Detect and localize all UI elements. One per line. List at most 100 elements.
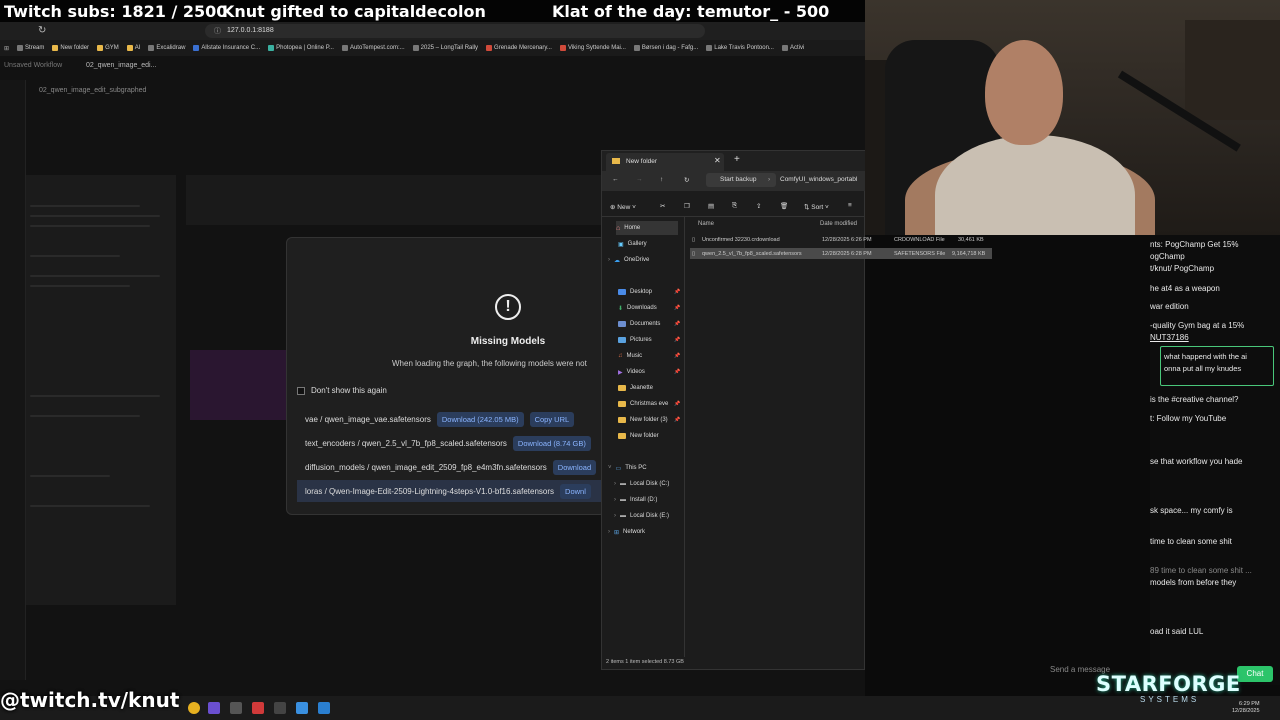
bookmark[interactable]: 2025 – LongTail Rally: [412, 45, 478, 51]
file-name: Unconfirmed 32230.crdownload: [702, 236, 780, 243]
bookmark[interactable]: AutoTempest.com:...: [341, 45, 405, 51]
bookmark[interactable]: Grenade Mercenary...: [486, 45, 552, 51]
starforge-logo: STARFORGE: [1096, 672, 1241, 696]
file-row[interactable]: ▯ Unconfirmed 32230.crdownload 12/28/202…: [690, 234, 992, 245]
nav-item-jeanette[interactable]: Jeanette: [618, 381, 653, 395]
system-clock: 6:29 PM 12/28/2025: [1232, 701, 1260, 714]
chat-message: time to clean some shit: [1150, 537, 1232, 546]
bookmark[interactable]: GYM: [97, 45, 119, 51]
up-icon[interactable]: ↑: [660, 176, 663, 183]
nav-item-christmas-eve[interactable]: Christmas eve 📌: [618, 397, 680, 411]
url-field[interactable]: 127.0.0.1:8188: [227, 27, 274, 34]
bookmark[interactable]: AI: [126, 45, 140, 51]
download-button[interactable]: Download: [552, 459, 597, 475]
app-icon[interactable]: [230, 702, 242, 714]
chat-message: war edition: [1150, 302, 1189, 311]
terminal-icon[interactable]: [274, 702, 286, 714]
bookmark[interactable]: Børsen i dag - Fafg...: [633, 45, 698, 51]
checkbox-box[interactable]: [297, 386, 305, 395]
cut-icon[interactable]: ✂: [660, 202, 665, 210]
nav-item-local-disk-c[interactable]: › ▬ Local Disk (C:): [614, 477, 669, 491]
chevron-right-icon: ›: [614, 513, 616, 519]
nav-item-this-pc[interactable]: ˅ ▭ This PC: [608, 461, 647, 475]
file-size: 30,461 KB: [958, 236, 984, 243]
file-size: 9,164,718 KB: [952, 250, 986, 257]
stream-overlay-banner: Twitch subs: 1821 / 2500 Knut gifted to …: [0, 0, 865, 22]
path-segment-start-backup[interactable]: Start backup: [720, 176, 757, 183]
close-tab-icon[interactable]: ✕: [714, 156, 721, 165]
nav-item-new-folder-3[interactable]: New folder (3) 📌: [618, 413, 680, 427]
chevron-right-icon: ›: [608, 257, 610, 263]
missing-models-dialog: ! Missing Models When loading the graph,…: [286, 237, 606, 515]
paste-icon[interactable]: ▤: [708, 202, 714, 210]
explorer-tab[interactable]: New folder ✕: [606, 153, 724, 171]
nav-item-home[interactable]: ⌂ Home: [616, 221, 678, 235]
webcam-feed: [865, 0, 1280, 235]
folder-icon: [618, 417, 626, 423]
bookmark[interactable]: Photopea | Online P...: [268, 45, 334, 51]
nav-item-network[interactable]: › ⊞ Network: [608, 525, 645, 539]
share-icon[interactable]: ⇪: [756, 202, 761, 210]
back-icon[interactable]: ←: [612, 176, 619, 183]
bookmark[interactable]: Stream: [17, 45, 44, 51]
nav-item-documents[interactable]: Documents 📌: [618, 317, 680, 331]
delete-icon[interactable]: 🗑: [780, 202, 788, 210]
missing-model-row: diffusion_models / qwen_image_edit_2509_…: [297, 456, 605, 478]
graph-node-load-image[interactable]: [186, 175, 606, 225]
bookmark[interactable]: Allstate Insurance C...: [193, 45, 260, 51]
nav-item-videos[interactable]: ▶ Videos 📌: [618, 365, 680, 379]
bookmark[interactable]: Viking Syttende Mai...: [559, 45, 626, 51]
nav-item-desktop[interactable]: Desktop 📌: [618, 285, 680, 299]
bookmark[interactable]: Excalidraw: [148, 45, 185, 51]
nav-item-downloads[interactable]: ⬇ Downloads 📌: [618, 301, 680, 315]
tab-active-workflow[interactable]: 02_qwen_image_edi...: [86, 62, 156, 69]
forward-icon[interactable]: →: [636, 176, 643, 183]
app-icon[interactable]: [296, 702, 308, 714]
chat-message: nts: PogChamp Get 15%: [1150, 240, 1239, 249]
nav-item-install-d[interactable]: › ▬ Install (D:): [614, 493, 657, 507]
explorer-titlebar: New folder ✕ +: [602, 151, 866, 171]
copy-url-button[interactable]: Copy URL: [529, 411, 575, 427]
bookmark[interactable]: Activi: [781, 45, 804, 51]
new-tab-icon[interactable]: +: [734, 154, 740, 165]
bookmark[interactable]: Lake Travis Pontoon...: [706, 45, 774, 51]
nav-item-new-folder[interactable]: New folder: [618, 429, 659, 443]
nav-item-music[interactable]: ♫ Music 📌: [618, 349, 680, 363]
vscode-icon[interactable]: [318, 702, 330, 714]
graph-node-group[interactable]: [190, 350, 290, 420]
sort-button[interactable]: ⇅ Sort ˅: [804, 203, 829, 211]
chevron-right-icon: ›: [768, 176, 771, 183]
folder-icon: [618, 433, 626, 439]
nav-item-gallery[interactable]: ▣ Gallery: [618, 237, 647, 251]
bookmark[interactable]: New folder: [52, 45, 89, 51]
file-row-selected[interactable]: ▯ qwen_2.5_vl_7b_fp8_scaled.safetensors …: [690, 248, 992, 259]
chrome-icon[interactable]: [188, 702, 200, 714]
refresh-icon[interactable]: ↻: [684, 176, 689, 184]
download-button[interactable]: Downl: [560, 483, 591, 499]
new-button[interactable]: ⊕ New ˅: [610, 203, 636, 211]
download-button[interactable]: Download (242.05 MB): [436, 411, 524, 427]
info-icon: ⓘ: [214, 28, 221, 35]
app-icon[interactable]: [252, 702, 264, 714]
path-segment-comfyui[interactable]: ComfyUI_windows_portabl: [780, 176, 857, 183]
nav-item-onedrive[interactable]: › ☁ OneDrive: [608, 253, 649, 267]
nav-item-pictures[interactable]: Pictures 📌: [618, 333, 680, 347]
download-button[interactable]: Download (8.74 GB): [512, 435, 591, 451]
reload-icon[interactable]: ↻: [38, 25, 46, 36]
highlighted-message-border: [1160, 346, 1274, 386]
tab-unsaved-workflow[interactable]: Unsaved Workflow: [4, 62, 62, 69]
file-date: 12/28/2025 6:28 PM: [822, 250, 872, 257]
dialog-description: When loading the graph, the following mo…: [392, 359, 587, 368]
chevron-right-icon: ›: [614, 481, 616, 487]
model-name: text_encoders / qwen_2.5_vl_7b_fp8_scale…: [305, 438, 507, 448]
nav-item-local-disk-e[interactable]: › ▬ Local Disk (E:): [614, 509, 669, 523]
apps-icon[interactable]: ⊞: [4, 45, 9, 52]
chat-send-button[interactable]: Chat: [1237, 666, 1273, 682]
pin-icon: 📌: [674, 417, 681, 423]
dont-show-checkbox[interactable]: Don't show this again: [297, 386, 387, 395]
model-name: diffusion_models / qwen_image_edit_2509_…: [305, 462, 547, 472]
rename-icon[interactable]: ⎘: [732, 202, 737, 210]
copy-icon[interactable]: ❐: [684, 202, 690, 210]
app-icon[interactable]: [208, 702, 220, 714]
view-icon[interactable]: ≡: [848, 202, 852, 209]
